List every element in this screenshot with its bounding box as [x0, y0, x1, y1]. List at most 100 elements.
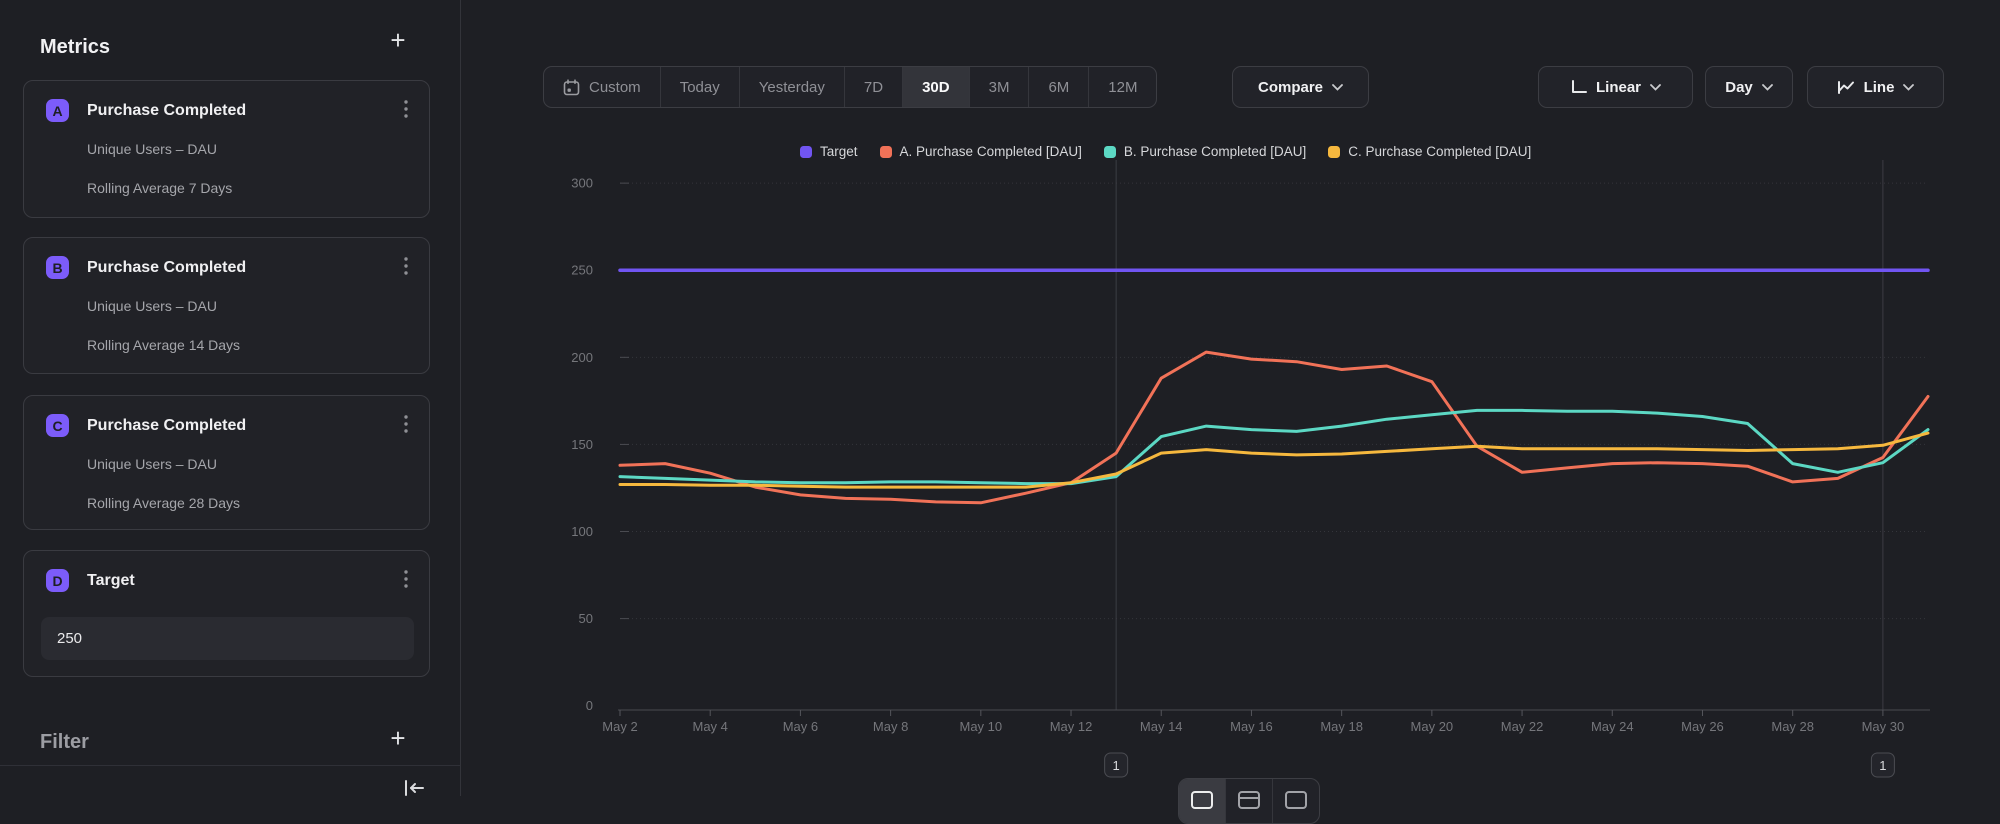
date-range-group: Custom Today Yesterday 7D 30D 3M 6M 12M: [543, 66, 1157, 108]
range-option-today[interactable]: Today: [661, 67, 740, 107]
range-option-label: Custom: [589, 79, 641, 96]
metric-title: Purchase Completed: [87, 102, 246, 120]
annotation-badge-label: 1: [1879, 758, 1886, 773]
metric-card-a[interactable]: A Purchase Completed Unique Users – DAU …: [23, 80, 430, 218]
target-value-input[interactable]: [41, 617, 414, 660]
metric-measure: Unique Users – DAU: [87, 456, 217, 472]
kebab-menu-icon[interactable]: [397, 413, 415, 435]
range-option-label: 7D: [864, 79, 883, 96]
y-axis-label: 300: [571, 176, 593, 191]
dashboard-page: Metrics + A Purchase Completed Unique Us…: [0, 0, 2000, 796]
linear-scale-icon: [1570, 79, 1587, 95]
range-option-label: Today: [680, 79, 720, 96]
metric-badge-b: B: [46, 256, 69, 279]
y-axis-label: 250: [571, 263, 593, 278]
metric-measure: Unique Users – DAU: [87, 141, 217, 157]
x-axis-label: May 14: [1140, 719, 1183, 734]
line-style-icon: [1190, 790, 1214, 810]
x-axis-label: May 12: [1050, 719, 1093, 734]
metric-transform: Rolling Average 14 Days: [87, 337, 240, 353]
metric-transform: Rolling Average 7 Days: [87, 180, 232, 196]
y-axis-label: 150: [571, 437, 593, 452]
range-option-3m[interactable]: 3M: [970, 67, 1030, 107]
x-axis-label: May 2: [602, 719, 637, 734]
x-axis-label: May 6: [783, 719, 818, 734]
chart-style-table-segment[interactable]: [1273, 779, 1319, 823]
calendar-icon: [563, 79, 580, 96]
range-option-label: 12M: [1108, 79, 1137, 96]
scale-button[interactable]: Linear: [1538, 66, 1693, 108]
chart-type-button[interactable]: Line: [1807, 66, 1944, 108]
annotation-badge-label: 1: [1113, 758, 1120, 773]
x-axis-label: May 24: [1591, 719, 1634, 734]
range-option-6m[interactable]: 6M: [1029, 67, 1089, 107]
series-line[interactable]: [620, 410, 1928, 483]
annotation-badge[interactable]: 1: [1871, 753, 1894, 777]
range-option-label: 30D: [922, 79, 950, 96]
compare-button[interactable]: Compare: [1232, 66, 1369, 108]
chart-style-line-segment[interactable]: [1179, 779, 1226, 823]
chevron-down-icon: [1650, 84, 1661, 91]
interval-label: Day: [1725, 79, 1753, 96]
range-option-30d[interactable]: 30D: [903, 67, 970, 107]
add-metric-button[interactable]: +: [384, 26, 412, 54]
range-option-custom[interactable]: Custom: [544, 67, 661, 107]
metric-title: Purchase Completed: [87, 417, 246, 435]
interval-button[interactable]: Day: [1705, 66, 1793, 108]
series-line[interactable]: [620, 433, 1928, 487]
range-option-label: 3M: [989, 79, 1010, 96]
kebab-menu-icon[interactable]: [397, 255, 415, 277]
y-axis-label: 0: [586, 698, 593, 713]
range-option-label: 6M: [1048, 79, 1069, 96]
range-option-7d[interactable]: 7D: [845, 67, 903, 107]
metric-card-target[interactable]: D Target: [23, 550, 430, 677]
range-option-yesterday[interactable]: Yesterday: [740, 67, 845, 107]
metric-title: Purchase Completed: [87, 259, 246, 277]
x-axis-label: May 20: [1411, 719, 1454, 734]
chevron-down-icon: [1332, 84, 1343, 91]
kebab-menu-icon[interactable]: [397, 568, 415, 590]
x-axis-label: May 4: [693, 719, 728, 734]
metric-card-b[interactable]: B Purchase Completed Unique Users – DAU …: [23, 237, 430, 374]
scale-label: Linear: [1596, 79, 1641, 96]
annotation-badge[interactable]: 1: [1105, 753, 1128, 777]
metric-card-c[interactable]: C Purchase Completed Unique Users – DAU …: [23, 395, 430, 530]
chart-style-switcher: [1178, 778, 1320, 824]
metric-badge-c: C: [46, 414, 69, 437]
y-axis-label: 50: [579, 611, 593, 626]
add-filter-button[interactable]: +: [384, 724, 412, 752]
series-line[interactable]: [620, 352, 1928, 503]
metric-badge-a: A: [46, 99, 69, 122]
chevron-down-icon: [1762, 84, 1773, 91]
x-axis-label: May 16: [1230, 719, 1273, 734]
metrics-header: Metrics: [40, 36, 110, 59]
chart-style-bar-segment[interactable]: [1226, 779, 1273, 823]
range-option-label: Yesterday: [759, 79, 825, 96]
chart-type-label: Line: [1864, 79, 1895, 96]
y-axis-label: 200: [571, 350, 593, 365]
metric-badge-d: D: [46, 569, 69, 592]
chevron-down-icon: [1903, 84, 1914, 91]
filter-header: Filter: [40, 731, 89, 754]
x-axis-label: May 30: [1862, 719, 1905, 734]
bar-style-icon: [1237, 790, 1261, 810]
x-axis-label: May 8: [873, 719, 908, 734]
metric-title: Target: [87, 572, 135, 590]
x-axis-label: May 18: [1320, 719, 1363, 734]
x-axis-label: May 10: [960, 719, 1003, 734]
sidebar-divider: [0, 765, 460, 766]
metric-measure: Unique Users – DAU: [87, 298, 217, 314]
kebab-menu-icon[interactable]: [397, 98, 415, 120]
compare-label: Compare: [1258, 79, 1323, 96]
y-axis-label: 100: [571, 524, 593, 539]
x-axis-label: May 28: [1771, 719, 1814, 734]
collapse-sidebar-icon[interactable]: [402, 780, 428, 806]
sidebar: Metrics + A Purchase Completed Unique Us…: [0, 0, 461, 796]
line-chart: 0 50 100 150 200 250 300 May 2 May 4 May 6 May 8 Ma…: [540, 130, 1950, 796]
x-axis-label: May 26: [1681, 719, 1724, 734]
x-axis-label: May 22: [1501, 719, 1544, 734]
range-option-12m[interactable]: 12M: [1089, 67, 1156, 107]
metric-transform: Rolling Average 28 Days: [87, 495, 240, 511]
line-chart-icon: [1837, 79, 1855, 95]
table-style-icon: [1284, 790, 1308, 810]
